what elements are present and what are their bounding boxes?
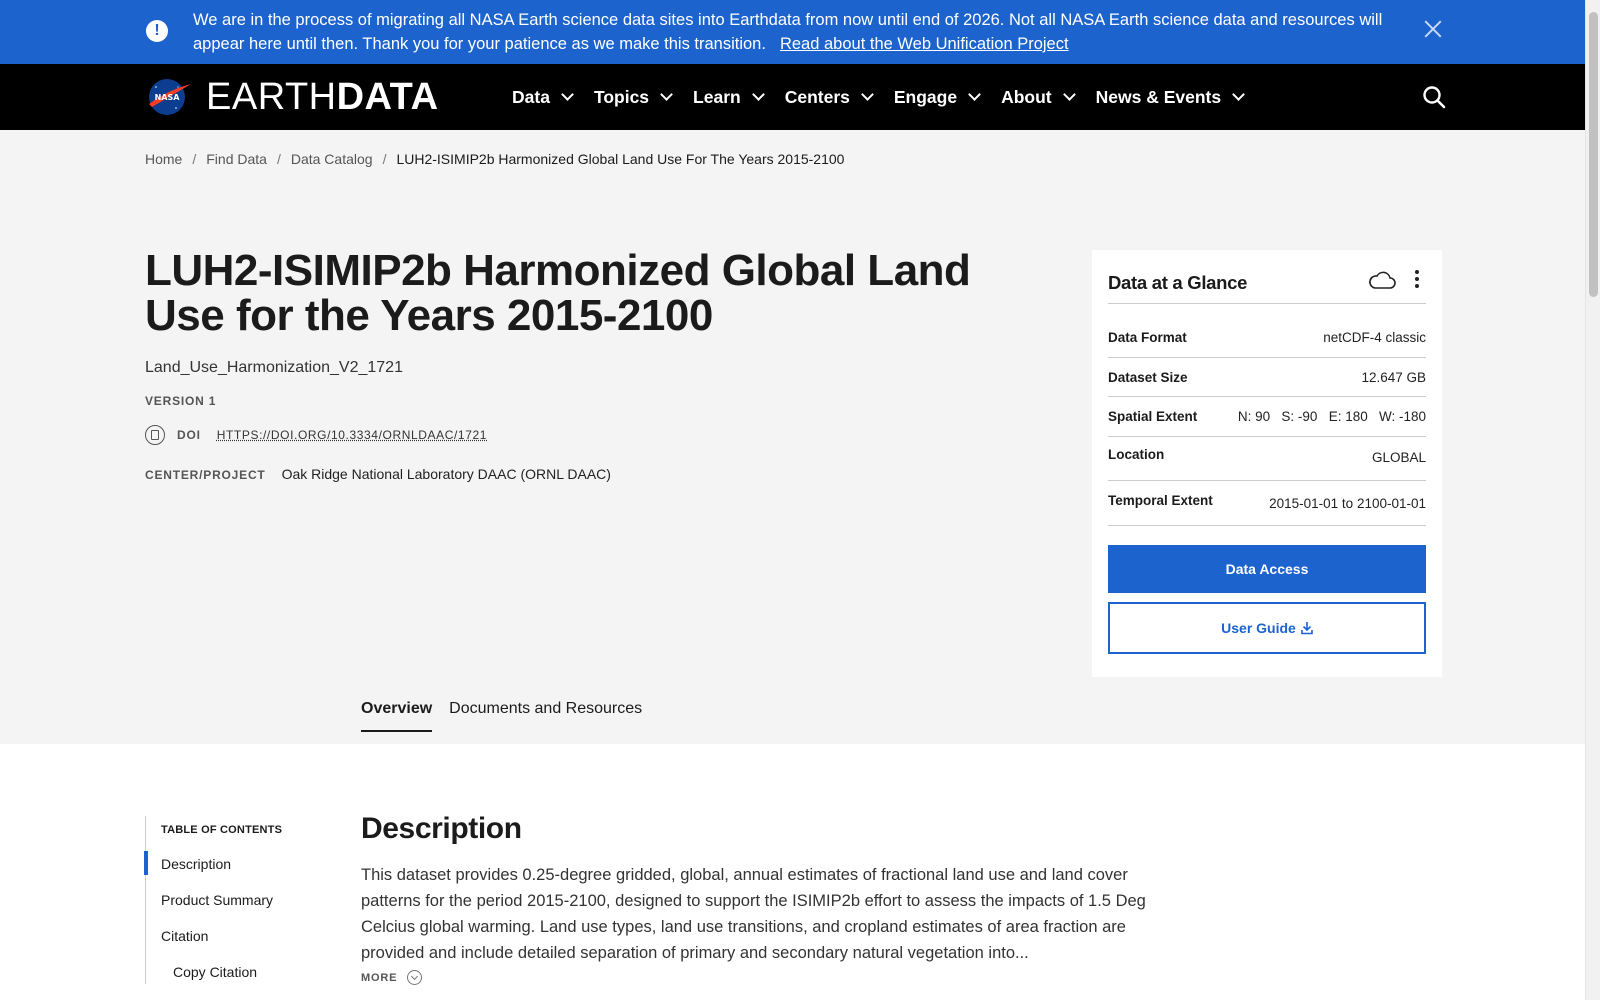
banner-link[interactable]: Read about the Web Unification Project: [780, 35, 1069, 53]
wordmark: EARTHDATA: [206, 76, 439, 119]
glance-key: Spatial Extent: [1108, 409, 1198, 424]
nav-about[interactable]: About: [1001, 86, 1076, 108]
glance-row-data-format: Data Format netCDF-4 classic: [1108, 318, 1426, 358]
glance-value: N: 90 S: -90 E: 180 W: -180: [1237, 409, 1426, 424]
main-content: TABLE OF CONTENTS Description Product Su…: [0, 744, 1585, 1000]
document-icon: [145, 425, 165, 445]
glance-header: Data at a Glance: [1108, 262, 1426, 304]
glance-value: 2015-01-01 to 2100-01-01: [1269, 496, 1426, 511]
glance-title: Data at a Glance: [1108, 272, 1248, 293]
glance-key: Dataset Size: [1108, 369, 1188, 385]
wordmark-data: DATA: [336, 75, 439, 118]
doi-link[interactable]: HTTPS://DOI.ORG/10.3334/ORNLDAAC/1721: [217, 428, 487, 442]
migration-banner: ! We are in the process of migrating all…: [0, 0, 1585, 64]
wordmark-earth: EARTH: [206, 75, 337, 118]
banner-message: We are in the process of migrating all N…: [193, 8, 1393, 56]
description-heading: Description: [361, 812, 522, 845]
dataset-version: VERSION 1: [145, 394, 217, 408]
dataset-short-name: Land_Use_Harmonization_V2_1721: [145, 359, 403, 376]
chevron-down-icon: [1062, 88, 1076, 101]
glance-key: Temporal Extent: [1108, 493, 1213, 508]
nav-news-events[interactable]: News & Events: [1095, 86, 1245, 108]
scrollbar-thumb[interactable]: [1589, 12, 1598, 297]
nasa-meatball-icon: NASA: [149, 79, 191, 115]
more-button[interactable]: MORE: [361, 970, 423, 985]
alert-circle-icon: !: [146, 20, 168, 42]
toc-item-description[interactable]: Description: [161, 856, 231, 872]
chevron-down-icon: [660, 88, 673, 101]
glance-row-location: Location GLOBAL: [1108, 437, 1426, 481]
page-scrollbar[interactable]: [1585, 0, 1600, 1000]
nav-label: Learn: [693, 86, 741, 107]
site-header: NASA EARTHDATA Data Topics Learn Centers…: [0, 64, 1585, 130]
breadcrumb: Home / Find Data / Data Catalog / LUH2-I…: [145, 151, 844, 167]
nasa-logo-text: NASA: [155, 93, 181, 102]
glance-row-dataset-size: Dataset Size 12.647 GB: [1108, 358, 1426, 397]
nav-data[interactable]: Data: [512, 86, 574, 108]
download-icon: [1301, 622, 1313, 635]
breadcrumb-current: LUH2-ISIMIP2b Harmonized Global Land Use…: [396, 151, 845, 167]
nav-engage[interactable]: Engage: [893, 86, 981, 108]
glance-rows: Data Format netCDF-4 classic Dataset Siz…: [1108, 318, 1426, 526]
breadcrumb-separator: /: [192, 151, 197, 167]
toc-active-indicator: [144, 851, 148, 875]
user-guide-label: User Guide: [1221, 620, 1296, 636]
breadcrumb-separator: /: [276, 151, 281, 167]
glance-value: GLOBAL: [1371, 450, 1426, 465]
doi-row: DOI HTTPS://DOI.ORG/10.3334/ORNLDAAC/172…: [145, 425, 487, 445]
user-guide-button[interactable]: User Guide: [1108, 602, 1426, 654]
nav-label: About: [1001, 86, 1052, 107]
chevron-down-icon: [861, 88, 874, 101]
chevron-down-icon: [1232, 88, 1245, 101]
toc-item-copy-citation[interactable]: Copy Citation: [173, 964, 257, 980]
table-of-contents: TABLE OF CONTENTS Description Product Su…: [144, 816, 315, 984]
breadcrumb-data-catalog[interactable]: Data Catalog: [291, 151, 373, 167]
data-at-a-glance-card: Data at a Glance Data Format netCDF-4 cl…: [1092, 250, 1442, 677]
center-project-row: CENTER/PROJECT Oak Ridge National Labora…: [145, 466, 611, 482]
close-icon[interactable]: [1422, 18, 1444, 40]
search-icon[interactable]: [1421, 84, 1447, 110]
description-text: This dataset provides 0.25-degree gridde…: [361, 866, 1146, 962]
chevron-down-icon: [968, 88, 981, 101]
breadcrumb-find-data[interactable]: Find Data: [206, 151, 267, 167]
tab-documents-and-resources[interactable]: Documents and Resources: [449, 700, 642, 732]
tab-overview[interactable]: Overview: [361, 700, 433, 732]
toc-item-product-summary[interactable]: Product Summary: [161, 892, 273, 908]
chevron-down-icon: [751, 88, 765, 101]
main-nav: Data Topics Learn Centers Engage About N…: [512, 64, 1265, 130]
more-options-icon[interactable]: [1414, 269, 1420, 291]
earthdata-logo[interactable]: NASA EARTHDATA: [146, 76, 439, 118]
nav-label: News & Events: [1095, 86, 1222, 107]
nav-centers[interactable]: Centers: [784, 86, 874, 108]
doi-label: DOI: [177, 428, 201, 442]
glance-key: Data Format: [1108, 330, 1187, 345]
center-value: Oak Ridge National Laboratory DAAC (ORNL…: [281, 466, 611, 482]
nav-label: Centers: [784, 86, 850, 107]
nav-label: Engage: [893, 86, 958, 107]
nav-topics[interactable]: Topics: [593, 86, 673, 108]
nav-label: Data: [512, 86, 550, 107]
glance-value: 12.647 GB: [1361, 369, 1426, 385]
nav-learn[interactable]: Learn: [693, 86, 765, 108]
chevron-down-icon: [561, 88, 574, 101]
breadcrumb-separator: /: [382, 151, 387, 167]
cloud-icon[interactable]: [1367, 268, 1397, 292]
toc-title: TABLE OF CONTENTS: [161, 824, 283, 836]
glance-value: netCDF-4 classic: [1323, 330, 1426, 345]
data-access-button[interactable]: Data Access: [1108, 545, 1426, 593]
nav-label: Topics: [593, 86, 650, 107]
toc-item-citation[interactable]: Citation: [161, 928, 208, 944]
breadcrumb-home[interactable]: Home: [145, 151, 182, 167]
page-title: LUH2-ISIMIP2b Harmonized Global Land Use…: [145, 246, 971, 340]
glance-row-temporal-extent: Temporal Extent 2015-01-01 to 2100-01-01: [1108, 481, 1426, 526]
dataset-tabs: Overview Documents and Resources: [361, 700, 659, 732]
more-label: MORE: [361, 971, 398, 984]
chevron-down-circle-icon: [407, 970, 423, 985]
glance-key: Location: [1108, 447, 1165, 462]
center-label: CENTER/PROJECT: [145, 468, 266, 482]
glance-row-spatial-extent: Spatial Extent N: 90 S: -90 E: 180 W: -1…: [1108, 397, 1426, 437]
